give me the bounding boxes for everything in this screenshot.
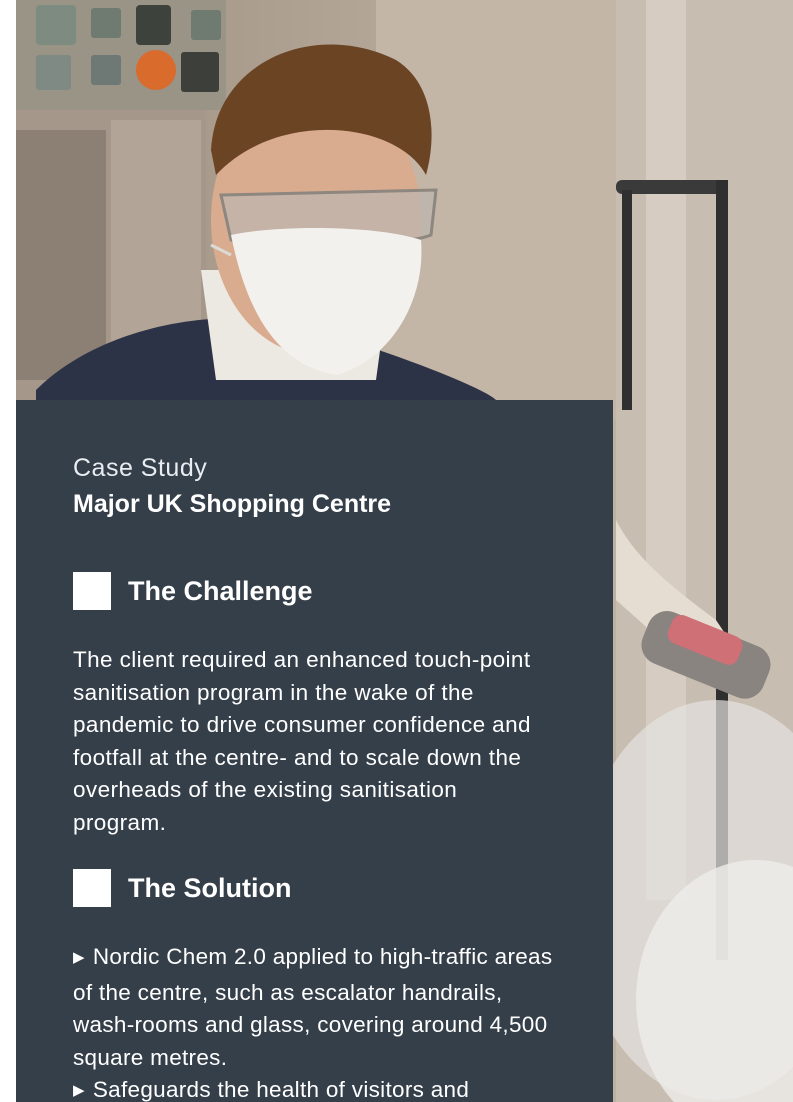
bullet-text: Nordic Chem 2.0 applied to high-traffic … <box>73 944 553 1070</box>
square-bullet-icon <box>73 869 111 907</box>
triangle-bullet-icon: ▶ <box>73 949 85 966</box>
challenge-heading: The Challenge <box>128 576 313 606</box>
challenge-heading-row: The Challenge <box>73 572 613 610</box>
solution-heading: The Solution <box>128 873 292 903</box>
page-margin <box>0 0 16 1102</box>
triangle-bullet-icon: ▶ <box>73 1082 85 1099</box>
solution-list: ▶ Nordic Chem 2.0 applied to high-traffic… <box>73 941 553 1102</box>
list-item: ▶ Nordic Chem 2.0 applied to high-traffic… <box>73 941 553 1074</box>
case-study-card: Case Study Major UK Shopping Centre The … <box>16 400 613 1102</box>
square-bullet-icon <box>73 572 111 610</box>
case-study-title: Major UK Shopping Centre <box>73 490 392 518</box>
list-item: ▶ Safeguards the health of visitors and <box>73 1074 553 1102</box>
eyebrow-label: Case Study <box>73 454 208 482</box>
solution-heading-row: The Solution <box>73 869 613 907</box>
challenge-body: The client required an enhanced touch-po… <box>73 647 531 835</box>
bullet-text: Safeguards the health of visitors and <box>92 1077 470 1102</box>
